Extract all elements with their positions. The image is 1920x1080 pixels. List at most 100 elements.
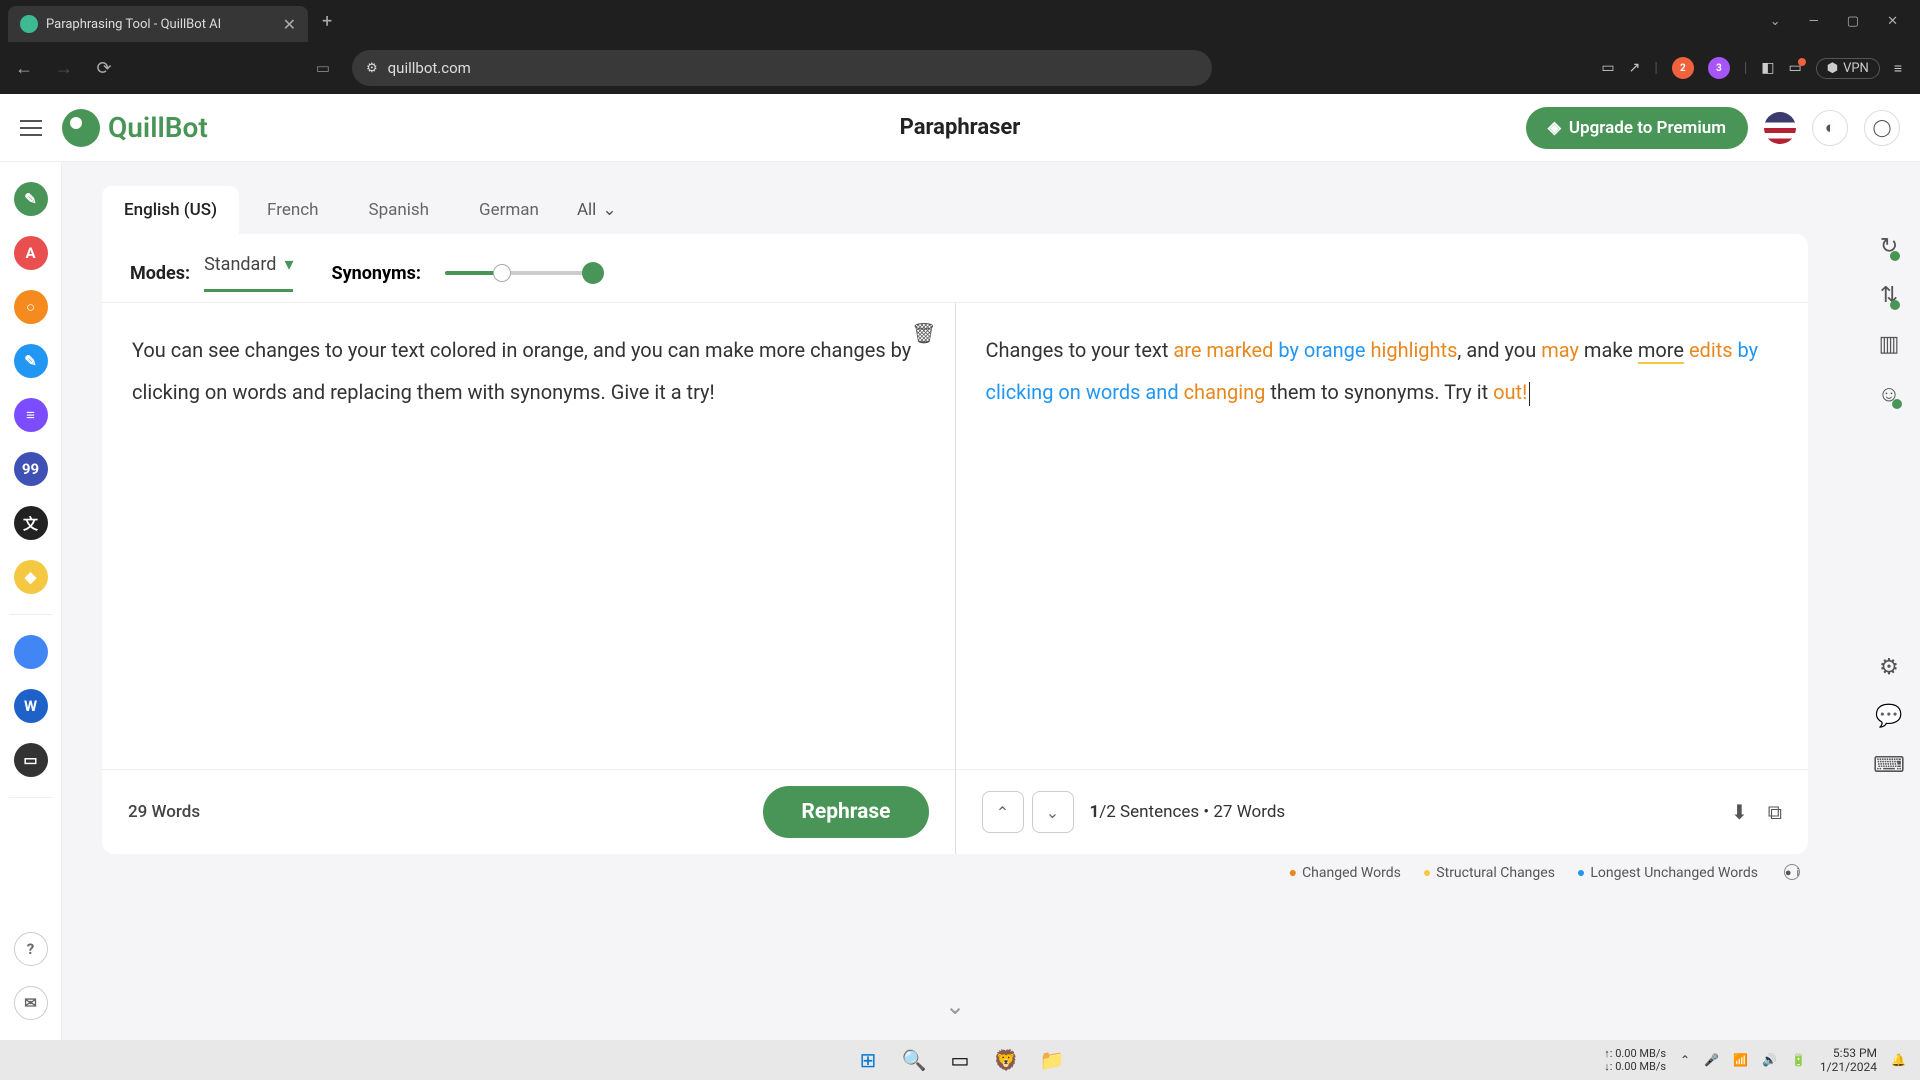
rail-tool-3[interactable]: ✎ (14, 344, 48, 378)
output-word[interactable]: changing (1184, 380, 1266, 404)
close-window-icon[interactable]: ✕ (1887, 14, 1898, 29)
compare-icon[interactable]: ⇅ (1880, 283, 1898, 308)
mail-icon[interactable]: ✉ (14, 986, 48, 1020)
right-tool-rail: ↻ ⇅ ▥ ☺ ⚙ 💬 ⌨ (1858, 194, 1920, 778)
maximize-icon[interactable]: ▢ (1847, 14, 1859, 29)
hamburger-menu[interactable] (20, 120, 42, 136)
site-settings-icon[interactable]: ⚙ (366, 61, 378, 76)
keyboard-icon[interactable]: ⌨ (1873, 753, 1905, 778)
tab-overview-icon[interactable]: ⌄ (1770, 14, 1781, 29)
rail-tool-0[interactable]: ✎ (14, 182, 48, 216)
rail-tool-6[interactable]: 文 (14, 506, 48, 540)
notifications-icon[interactable]: 🔔 (1891, 1053, 1906, 1067)
tab-favicon (20, 15, 38, 33)
clock[interactable]: 5:53 PM1/21/2024 (1820, 1046, 1877, 1075)
left-tool-rail: ✎ A ○ ✎ ≡ 99 文 ◆ W ▭? ✉ (0, 162, 62, 1040)
start-icon[interactable]: ⊞ (851, 1043, 885, 1077)
modes-label: Modes: (130, 263, 190, 284)
language-flag-icon[interactable] (1764, 112, 1796, 144)
page-title: Paraphraser (900, 115, 1021, 140)
tab-close-icon[interactable]: ✕ (283, 15, 296, 34)
minimize-icon[interactable]: — (1809, 14, 1819, 29)
rail-tool-4[interactable]: ≡ (14, 398, 48, 432)
help-icon[interactable]: ? (14, 932, 48, 966)
statistics-icon[interactable]: ▥ (1879, 332, 1900, 357)
output-word[interactable]: make (1579, 338, 1638, 362)
slider-thumb[interactable] (493, 264, 511, 282)
battery-icon[interactable]: 🔋 (1791, 1053, 1806, 1067)
task-view-icon[interactable]: ▭ (943, 1043, 977, 1077)
explorer-icon[interactable]: 📁 (1035, 1043, 1069, 1077)
slider-max-icon[interactable] (582, 262, 604, 284)
bookmark-icon[interactable]: ▭ (316, 59, 330, 77)
prev-sentence-button[interactable]: ⌃ (982, 791, 1024, 833)
rail-tool-10[interactable]: ▭ (14, 743, 48, 777)
output-word[interactable]: edits (1689, 338, 1733, 362)
browser-tab[interactable]: Paraphrasing Tool - QuillBot AI ✕ (8, 6, 308, 42)
dropdown-arrow-icon: ▾ (284, 254, 293, 275)
lang-tab-french[interactable]: French (245, 186, 340, 234)
wallet-icon[interactable]: ▭ (1788, 60, 1801, 76)
expand-down-icon[interactable]: ⌄ (945, 992, 965, 1020)
chevron-down-icon: ⌄ (602, 200, 616, 220)
rail-tool-7[interactable]: ◆ (14, 560, 48, 594)
synonyms-label: Synonyms: (331, 263, 420, 284)
settings-icon[interactable]: ⚙ (1879, 655, 1899, 680)
input-text[interactable]: You can see changes to your text colored… (132, 329, 925, 413)
legend-info-icon[interactable]: i (1784, 864, 1800, 880)
rail-tool-1[interactable]: A (14, 236, 48, 270)
brave-taskbar-icon[interactable]: 🦁 (989, 1043, 1023, 1077)
output-word[interactable]: , and you (1457, 338, 1541, 362)
new-tab-button[interactable]: + (322, 11, 332, 32)
rail-tool-2[interactable]: ○ (14, 290, 48, 324)
lang-all-dropdown[interactable]: All ⌄ (577, 186, 617, 234)
output-word[interactable]: may (1541, 338, 1579, 362)
export-icon[interactable]: ⬇ (1731, 800, 1748, 824)
share-icon[interactable]: ↗ (1629, 60, 1641, 76)
history-icon[interactable]: ↻ (1880, 234, 1898, 259)
address-bar[interactable]: ⚙ quillbot.com (352, 50, 1212, 86)
lang-tab-spanish[interactable]: Spanish (347, 186, 452, 234)
forward-icon[interactable]: → (50, 58, 78, 79)
lang-tab-german[interactable]: German (457, 186, 561, 234)
reload-icon[interactable]: ⟳ (90, 58, 118, 79)
lang-tab-english[interactable]: English (US) (102, 186, 239, 234)
output-word[interactable]: are marked (1173, 338, 1273, 362)
pip-icon[interactable]: ▭ (1601, 60, 1614, 76)
feedback-icon[interactable]: 💬 (1875, 704, 1902, 729)
menu-icon[interactable]: ≡ (1894, 60, 1902, 77)
windows-taskbar: ⊞ 🔍 ▭ 🦁 📁 ↑: 0.00 MB/s↓: 0.00 MB/s ⌃ 🎤 📶… (0, 1040, 1920, 1080)
tray-chevron-icon[interactable]: ⌃ (1680, 1053, 1690, 1067)
rail-tool-9[interactable]: W (14, 689, 48, 723)
dark-mode-icon[interactable]: ◐ (1812, 110, 1848, 146)
output-word[interactable]: them to synonyms. Try it (1265, 380, 1493, 404)
account-icon[interactable]: ◯ (1864, 110, 1900, 146)
synonyms-slider[interactable] (445, 271, 595, 275)
rail-tool-5[interactable]: 99 (14, 452, 48, 486)
output-word[interactable]: out! (1493, 380, 1527, 404)
rephrase-button[interactable]: Rephrase (763, 786, 928, 838)
output-text[interactable]: Changes to your text are marked by orang… (986, 329, 1779, 413)
volume-icon[interactable]: 🔊 (1762, 1053, 1777, 1067)
rail-tool-8[interactable] (14, 635, 48, 669)
output-word[interactable]: by orange (1273, 338, 1370, 362)
back-icon[interactable]: ← (10, 58, 38, 79)
search-icon[interactable]: 🔍 (897, 1043, 931, 1077)
brave-shield-icon[interactable]: 2 (1672, 57, 1694, 79)
brave-rewards-icon[interactable]: 3 (1708, 57, 1730, 79)
next-sentence-button[interactable]: ⌄ (1032, 791, 1074, 833)
output-word[interactable]: highlights (1370, 338, 1457, 362)
quillbot-logo[interactable]: QuillBot (62, 109, 208, 147)
mode-selector[interactable]: Standard ▾ (204, 254, 293, 292)
output-word[interactable]: more (1638, 338, 1684, 364)
vpn-button[interactable]: ⬢VPN (1816, 58, 1880, 79)
copy-icon[interactable]: ⧉ (1768, 800, 1782, 824)
sidebar-toggle-icon[interactable]: ◧ (1761, 60, 1774, 76)
output-word[interactable]: Changes to your text (986, 338, 1174, 362)
tone-icon[interactable]: ☺ (1878, 381, 1900, 407)
upgrade-button[interactable]: ◈ Upgrade to Premium (1526, 107, 1748, 149)
wifi-icon[interactable]: 📶 (1733, 1053, 1748, 1067)
delete-icon[interactable]: 🗑 (911, 321, 936, 345)
microphone-icon[interactable]: 🎤 (1704, 1053, 1719, 1067)
logo-text: QuillBot (108, 111, 208, 144)
